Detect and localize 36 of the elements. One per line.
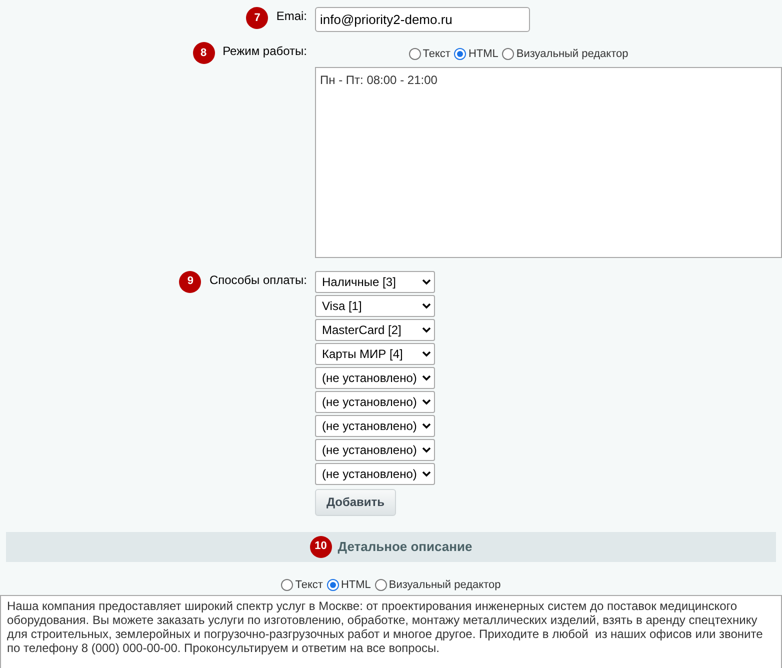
chevron-down-icon [422, 374, 431, 380]
payment-select[interactable]: (не установлено) [315, 390, 435, 412]
chevron-down-icon [422, 446, 431, 452]
email-field[interactable]: info@priority2-demo.ru [315, 7, 530, 32]
editor-mode-radio[interactable]: Визуальный редактор [374, 576, 501, 593]
chevron-down-icon [422, 398, 431, 404]
field-label: Способы оплаты: [209, 272, 307, 286]
payment-select[interactable]: (не установлено) [315, 366, 435, 388]
field-label: Режим работы: [222, 43, 307, 58]
payment-select[interactable]: Карты МИР [4] [315, 342, 435, 364]
schedule-textarea[interactable]: Пн - Пт: 08:00 - 21:00 [315, 66, 782, 258]
step-number-badge: 10 [310, 536, 332, 558]
payment-select[interactable]: (не установлено) [315, 462, 435, 484]
chevron-down-icon [422, 326, 431, 332]
payment-select[interactable]: Visa [1] [315, 294, 435, 316]
payment-select[interactable]: MasterCard [2] [315, 318, 435, 340]
payment-select[interactable]: Наличные [3] [315, 270, 435, 292]
chevron-down-icon [422, 422, 431, 428]
chevron-down-icon [422, 470, 431, 476]
step-number-badge: 7 [246, 7, 268, 29]
description-textarea[interactable]: Наша компания предоставляет широкий спектр услуг в Москве: от проектирования инженерных систем до поставок медицинского оборудования. Вы можете заказать услуги по изготовлению, обработке, монтажу металлических изделий, взять в аренду спецтехнику для строительных, землеройных и погрузочно-разгрузочных работ и многое другое. Приходите в любой из наших офисов или звоните по телефону 8 (000) 000-00-00. Проконсультируем и ответим на все вопросы. [0, 595, 782, 668]
editor-mode-radio[interactable]: HTML [326, 576, 371, 593]
chevron-down-icon [422, 278, 431, 284]
step-number-badge: 8 [192, 42, 215, 64]
section-title: Детальное описание [338, 538, 472, 556]
editor-mode-radio[interactable]: Текст [408, 46, 450, 62]
editor-mode-radio[interactable]: Визуальный редактор [502, 46, 628, 62]
editor-mode-radio[interactable]: Текст [281, 576, 323, 593]
step-number-badge: 9 [179, 270, 202, 292]
field-label: Emai: [276, 8, 307, 23]
payment-select[interactable]: (не установлено) [315, 438, 435, 460]
chevron-down-icon [422, 350, 431, 356]
payment-select[interactable]: (не установлено) [315, 414, 435, 436]
add-button[interactable]: Добавить [315, 488, 396, 516]
chevron-down-icon [422, 302, 431, 308]
editor-mode-radio[interactable]: HTML [454, 46, 498, 62]
